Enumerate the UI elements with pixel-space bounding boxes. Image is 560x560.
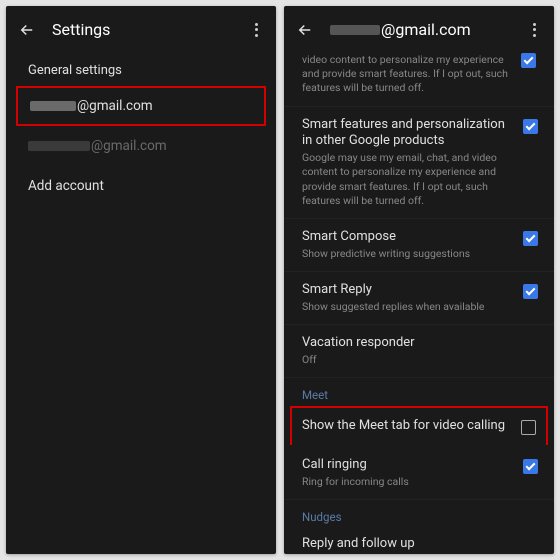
meet-tab-checkbox[interactable] <box>521 420 536 435</box>
call-ringing-row[interactable]: Call ringing Ring for incoming calls <box>284 447 554 500</box>
account2-suffix: @gmail.com <box>91 138 167 154</box>
top-desc-row: video content to personalize my experien… <box>284 53 554 107</box>
reply-follow-title: Reply and follow up <box>302 536 538 553</box>
smart-compose-desc: Show predictive writing suggestions <box>302 247 513 261</box>
redacted-username-icon <box>330 25 380 35</box>
page-title: Settings <box>52 20 232 39</box>
reply-follow-row[interactable]: Reply and follow up <box>284 526 554 554</box>
page-title-email: @gmail.com <box>330 20 510 39</box>
account1-suffix: @gmail.com <box>77 98 153 114</box>
smart-other-checkbox[interactable] <box>523 119 538 134</box>
smart-compose-title: Smart Compose <box>302 229 513 246</box>
vacation-responder-row[interactable]: Vacation responder Off <box>284 325 554 378</box>
smart-features-other-row[interactable]: Smart features and personalization in ot… <box>284 107 554 219</box>
more-vert-icon[interactable] <box>526 22 542 38</box>
more-vert-icon[interactable] <box>248 22 264 38</box>
smart-features-checkbox[interactable] <box>521 53 536 68</box>
redacted-username-icon <box>30 101 76 111</box>
back-arrow-icon[interactable] <box>296 21 314 39</box>
section-meet-label: Meet <box>284 378 554 404</box>
header-left: Settings <box>6 6 276 53</box>
header-right: @gmail.com <box>284 6 554 53</box>
meet-tab-row[interactable]: Show the Meet tab for video calling <box>290 406 548 445</box>
left-content: General settings @gmail.com @gmail.com A… <box>6 53 276 554</box>
account-item-primary[interactable]: @gmail.com <box>16 86 266 126</box>
smart-other-title: Smart features and personalization in ot… <box>302 117 513 151</box>
call-ringing-desc: Ring for incoming calls <box>302 475 513 489</box>
meet-tab-title: Show the Meet tab for video calling <box>302 418 511 435</box>
smart-reply-desc: Show suggested replies when available <box>302 300 513 314</box>
smart-other-desc: Google may use my email, chat, and video… <box>302 151 513 208</box>
settings-panel-right: @gmail.com video content to personalize … <box>284 6 554 554</box>
vacation-desc: Off <box>302 353 538 367</box>
right-content: video content to personalize my experien… <box>284 53 554 554</box>
add-account-item[interactable]: Add account <box>6 166 276 206</box>
call-ringing-checkbox[interactable] <box>523 459 538 474</box>
back-arrow-icon[interactable] <box>18 21 36 39</box>
smart-reply-row[interactable]: Smart Reply Show suggested replies when … <box>284 272 554 325</box>
call-ringing-title: Call ringing <box>302 457 513 474</box>
settings-panel-left: Settings General settings @gmail.com @gm… <box>6 6 276 554</box>
redacted-username-icon <box>28 141 90 151</box>
account-item-secondary[interactable]: @gmail.com <box>6 126 276 166</box>
top-desc-text: video content to personalize my experien… <box>302 53 511 96</box>
general-settings-item[interactable]: General settings <box>6 53 276 86</box>
smart-reply-checkbox[interactable] <box>523 284 538 299</box>
vacation-title: Vacation responder <box>302 335 538 352</box>
smart-reply-title: Smart Reply <box>302 282 513 299</box>
smart-compose-row[interactable]: Smart Compose Show predictive writing su… <box>284 219 554 272</box>
smart-compose-checkbox[interactable] <box>523 231 538 246</box>
title-suffix: @gmail.com <box>381 20 471 39</box>
section-nudges-label: Nudges <box>284 500 554 526</box>
